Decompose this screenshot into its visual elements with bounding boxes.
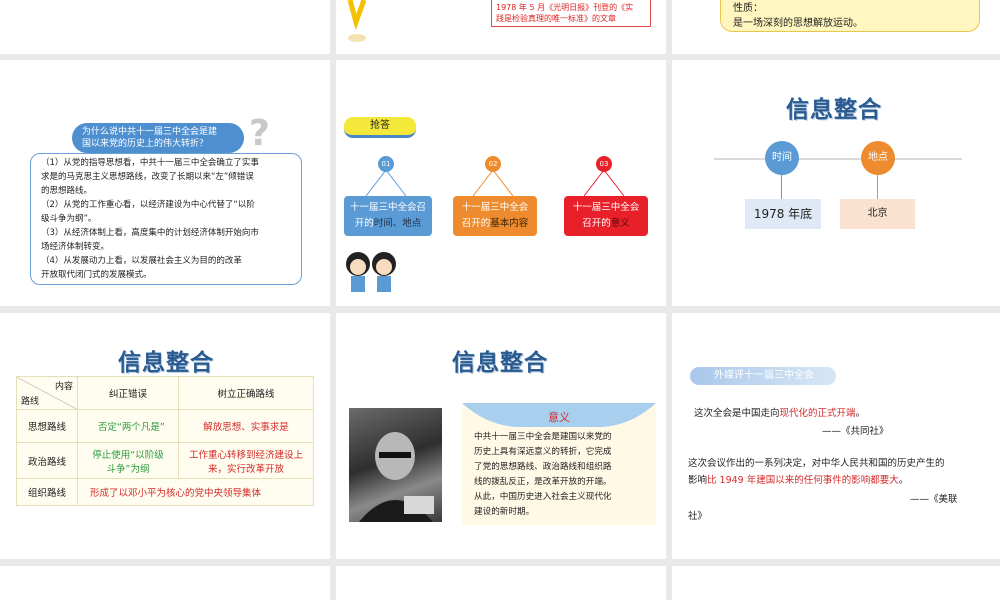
quiz-card-02[interactable]: 十一届三中全会 召开的基本内容 <box>453 196 537 236</box>
quote-2: 这次会议作出的一系列决定，对中华人民共和国的历史产生的 影响比 1949 年建国… <box>688 455 992 489</box>
slide-info-1: 信息整合 时间 地点 1978 年底 北京 <box>672 60 1000 306</box>
quiz-card-03[interactable]: 十一届三中全会 召开的意义 <box>564 196 648 236</box>
quiz-card-answer: 意义 <box>610 218 630 229</box>
person-photo-icon <box>359 432 434 522</box>
route-table: 内容 路线 纠正错误 树立正确路线 思想路线 否定“两个凡是” 解放思想、实事求… <box>16 376 314 506</box>
answer-line: 的思想路线。 <box>41 186 93 196</box>
quiz-card-answer: 基本内容 <box>490 218 529 229</box>
answer-line: （3）从经济体制上看，高度集中的计划经济体制开始向市 <box>41 228 259 238</box>
table-cell: 解放思想、实事求是 <box>178 409 314 443</box>
slide-meaning: 信息整合 意义 中共十一届三中全会是建国以来党的 历史上具有深远意义的转折，它完… <box>336 313 666 559</box>
quote-2-pre: 影响 <box>688 475 708 486</box>
quiz-card-line2a: 召开的 <box>582 218 611 229</box>
meaning-text: 中共十一届三中全会是建国以来党的 历史上具有深远意义的转折，它完成 了党的思想路… <box>474 430 612 520</box>
article-box: 1978 年 5 月《光明日报》刊登的《实 践是检验真理的唯一标准》的文章 <box>491 0 651 27</box>
nature-text: 是一场深刻的思想解放运动。 <box>733 18 863 29</box>
meaning-line: 线的拨乱反正，是改革开放的开端。 <box>474 477 612 487</box>
quote-1-pre: 这次全会是中国走向 <box>694 408 780 419</box>
slide-bottom-left <box>0 566 330 600</box>
quiz-card-line2a: 召开的 <box>461 218 491 229</box>
place-circle: 地点 <box>861 141 895 175</box>
slide-question: 为什么说中共十一届三中全会是建 国以来党的历史上的伟大转折？ ? （1）从党的指… <box>0 60 330 306</box>
table-cell-merged: 形成了以邓小平为核心的党中央领导集体 <box>77 478 314 506</box>
slide-title: 信息整合 <box>786 97 882 123</box>
meaning-line: 历史上具有深远意义的转折，它完成 <box>474 447 612 457</box>
slide-top-right: 性质： 是一场深刻的思想解放运动。 <box>672 0 1000 54</box>
quote-2-source-cont: 社》 <box>688 511 708 522</box>
article-line1: 1978 年 5 月《光明日报》刊登的《实 <box>496 3 634 12</box>
question-line1: 为什么说中共十一届三中全会是建 <box>82 127 218 137</box>
place-value-box: 北京 <box>840 199 915 229</box>
quote-2-line1: 这次会议作出的一系列决定，对中华人民共和国的历史产生的 <box>688 458 945 469</box>
answer-line: （1）从党的指导思想看，中共十一届三中全会确立了实事 <box>41 158 259 168</box>
slide-title: 信息整合 <box>118 350 214 376</box>
answer-line: （2）从党的工作重心看，以经济建设为中心代替了“以阶 <box>41 200 255 210</box>
cartoon-figure <box>342 0 372 44</box>
quote-2-red: 比 1949 年建国以来的任何事件的影响都要大 <box>707 475 899 486</box>
historical-photo <box>349 408 442 522</box>
slide-top-left <box>0 0 330 54</box>
quiz-num-02: 02 <box>485 156 501 172</box>
svg-text:?: ? <box>249 113 270 152</box>
table-cell: 否定“两个凡是” <box>77 409 179 443</box>
meaning-line: 从此，中国历史进入社会主义现代化 <box>474 492 612 502</box>
slide-top-mid: 1978 年 5 月《光明日报》刊登的《实 践是检验真理的唯一标准》的文章 <box>336 0 666 54</box>
quiz-num-03: 03 <box>596 156 612 172</box>
answer-line: 求是的马克思主义思想路线，改变了长期以来“左”倾错误 <box>41 172 254 182</box>
meaning-heading: 意义 <box>548 411 570 424</box>
quiz-card-answer: 时间、地点 <box>373 218 422 229</box>
timeline-line <box>714 158 962 160</box>
col-header: 纠正错误 <box>77 376 179 410</box>
time-value-box: 1978 年底 <box>745 199 821 229</box>
row-header: 组织路线 <box>16 478 78 506</box>
time-circle: 时间 <box>765 141 799 175</box>
corner-bottom: 路线 <box>21 397 40 407</box>
slide-table: 信息整合 内容 路线 纠正错误 树立正确路线 思想路线 否定“两个凡是” 解放思… <box>0 313 330 559</box>
meaning-line: 建设的新时期。 <box>474 507 535 517</box>
answer-box: （1）从党的指导思想看，中共十一届三中全会确立了实事 求是的马克思主义思想路线，… <box>30 153 302 285</box>
meaning-line: 中共十一届三中全会是建国以来党的 <box>474 432 612 442</box>
question-mark-icon: ? <box>246 112 276 154</box>
quote-1-red: 现代化的正式开端 <box>779 408 856 419</box>
slide-media: 外媒评十一届三中全会 这次全会是中国走向现代化的正式开端。 ——《共同社》 这次… <box>672 313 1000 559</box>
table-cell: 工作重心转移到经济建设上来，实行改革开放 <box>178 442 314 479</box>
slide-bottom-mid <box>336 566 666 600</box>
question-line2: 国以来党的历史上的伟大转折？ <box>82 139 209 149</box>
table-corner: 内容 路线 <box>16 376 78 410</box>
corner-top: 内容 <box>54 382 73 392</box>
media-ribbon: 外媒评十一届三中全会 <box>690 367 836 385</box>
table-cell: 停止使用“以阶级斗争”为纲 <box>77 442 179 479</box>
quiz-card-line2a: 开的 <box>354 218 374 229</box>
quiz-num-01: 01 <box>378 156 394 172</box>
quiz-card-line1: 十一届三中全会召 <box>349 202 426 213</box>
slide-quiz: 抢答 01 02 03 十一届三中全会召 开的时间、地点 十一届三中全会 召开的… <box>336 60 666 306</box>
cartoon-figure-icon <box>347 0 367 42</box>
article-line2: 践是检验真理的唯一标准》的文章 <box>496 14 616 23</box>
quiz-card-01[interactable]: 十一届三中全会召 开的时间、地点 <box>344 196 432 236</box>
slide-bottom-right <box>672 566 1000 600</box>
cartoon-kids-icon <box>342 250 400 298</box>
answer-line: 开放取代闭门式的发展模式。 <box>41 270 152 280</box>
nature-note: 性质： 是一场深刻的思想解放运动。 <box>720 0 980 32</box>
answer-line: （4）从发展动力上看，以发展社会主义为目的的改革 <box>41 256 242 266</box>
timeline-connector <box>877 175 878 199</box>
question-bubble: 为什么说中共十一届三中全会是建 国以来党的历史上的伟大转折？ <box>72 123 244 153</box>
quote-2-post: 。 <box>898 475 909 486</box>
row-header: 思想路线 <box>16 409 78 443</box>
quiz-card-line1: 十一届三中全会 <box>572 202 640 213</box>
slide-title: 信息整合 <box>452 350 548 376</box>
meaning-card: 意义 中共十一届三中全会是建国以来党的 历史上具有深远意义的转折，它完成 了党的… <box>462 403 656 525</box>
meaning-line: 了党的思想路线、政治路线和组织路 <box>474 462 612 472</box>
answer-line: 场经济体制转变。 <box>41 242 110 252</box>
quote-1-post: 。 <box>855 408 866 419</box>
quote-1: 这次全会是中国走向现代化的正式开端。 <box>694 405 865 419</box>
nature-label: 性质： <box>733 3 763 14</box>
quote-1-source: ——《共同社》 <box>822 426 889 437</box>
quiz-card-line1: 十一届三中全会 <box>461 202 529 213</box>
answer-line: 级斗争为纲”。 <box>41 214 97 224</box>
quote-2-source: ——《美联 <box>910 494 958 505</box>
col-header: 树立正确路线 <box>178 376 314 410</box>
timeline-connector <box>781 175 782 199</box>
row-header: 政治路线 <box>16 442 78 479</box>
